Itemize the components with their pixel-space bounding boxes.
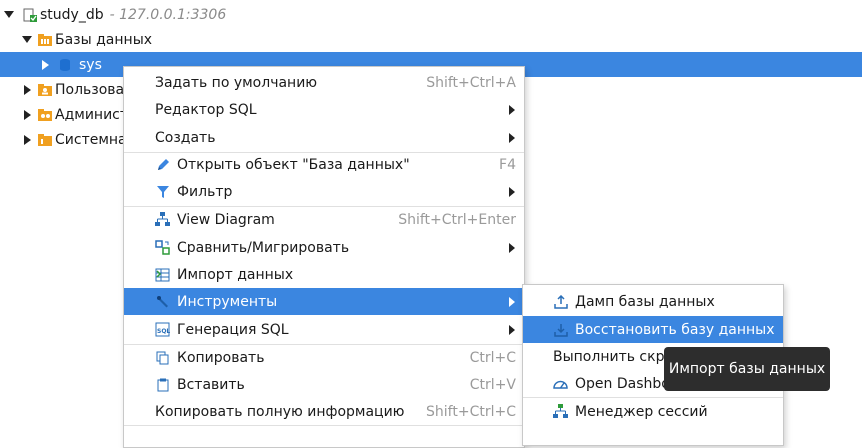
menu-item-label: Дамп базы данных (575, 293, 715, 310)
submenu-arrow-icon (509, 324, 515, 335)
menu-item-shortcut: Ctrl+V (469, 376, 516, 393)
sql-icon: SQL (155, 322, 170, 337)
users-folder-icon (38, 83, 52, 96)
submenu-item-session-manager[interactable]: Менеджер сессий (523, 398, 783, 425)
filter-icon (155, 184, 170, 199)
tooltip: Импорт базы данных (664, 347, 830, 391)
menu-separator (124, 425, 524, 426)
svg-text:SQL: SQL (157, 328, 170, 335)
menu-item-label: Копировать полную информацию (155, 403, 405, 420)
diagram-icon (155, 212, 170, 227)
menu-item-label: Восстановить базу данных (575, 321, 775, 338)
menu-item-generate-sql[interactable]: SQL Генерация SQL (124, 316, 524, 343)
submenu-arrow-icon (509, 242, 515, 253)
databases-label: Базы данных (55, 31, 153, 48)
upload-icon (553, 294, 568, 309)
menu-item-tools[interactable]: Инструменты (124, 288, 524, 315)
databases-folder-icon (38, 33, 52, 46)
expand-arrow-icon[interactable] (24, 109, 31, 120)
menu-item-label: Генерация SQL (177, 321, 289, 338)
import-table-icon (155, 267, 170, 282)
menu-item-label: Менеджер сессий (575, 403, 708, 420)
submenu-item-restore-database[interactable]: Восстановить базу данных (523, 316, 783, 343)
submenu-arrow-icon (509, 186, 515, 197)
connection-name: study_db (40, 6, 104, 23)
menu-item-create[interactable]: Создать (124, 124, 524, 151)
menu-item-import-data[interactable]: Импорт данных (124, 261, 524, 288)
menu-item-label: View Diagram (177, 211, 275, 228)
dashboard-gauge-icon (553, 376, 568, 391)
pencil-icon (155, 157, 170, 172)
compare-icon (155, 240, 170, 255)
menu-item-sql-editor[interactable]: Редактор SQL (124, 96, 524, 123)
database-name: sys (79, 56, 102, 73)
menu-item-compare-migrate[interactable]: Сравнить/Мигрировать (124, 234, 524, 261)
menu-item-shortcut: Shift+Ctrl+C (426, 403, 516, 420)
expand-arrow-icon[interactable] (42, 59, 49, 70)
submenu-arrow-icon (509, 104, 515, 115)
expand-arrow-icon[interactable] (24, 134, 31, 145)
download-icon (553, 322, 568, 337)
database-icon (59, 58, 71, 72)
session-tree-icon (553, 404, 568, 419)
connection-host: - 127.0.0.1:3306 (109, 6, 227, 23)
menu-item-view-diagram[interactable]: View Diagram Shift+Ctrl+Enter (124, 206, 524, 233)
tree-row-connection[interactable]: study_db - 127.0.0.1:3306 (0, 2, 862, 27)
menu-item-shortcut: Shift+Ctrl+A (426, 74, 516, 91)
menu-item-copy-full-info[interactable]: Копировать полную информацию Shift+Ctrl+… (124, 398, 524, 425)
menu-item-shortcut: Ctrl+C (469, 349, 516, 366)
expand-arrow-icon[interactable] (4, 11, 14, 18)
context-menu: Задать по умолчанию Shift+Ctrl+A Редакто… (123, 66, 525, 448)
menu-item-label: Задать по умолчанию (155, 74, 318, 91)
menu-item-label: Копировать (177, 349, 265, 366)
menu-item-paste[interactable]: Вставить Ctrl+V (124, 371, 524, 398)
expand-arrow-icon[interactable] (24, 84, 31, 95)
connection-icon (22, 7, 38, 23)
users-label: Пользоват (55, 81, 133, 98)
submenu-arrow-icon (509, 132, 515, 143)
menu-item-open-object[interactable]: Открыть объект "База данных" F4 (124, 151, 524, 178)
admin-folder-icon (38, 108, 52, 121)
system-folder-icon (38, 133, 52, 146)
menu-item-label: Открыть объект "База данных" (177, 156, 410, 173)
menu-item-label: Импорт данных (177, 266, 294, 283)
menu-item-shortcut: Shift+Ctrl+Enter (398, 211, 516, 228)
menu-item-label: Сравнить/Мигрировать (177, 239, 350, 256)
tools-wrench-icon (155, 294, 170, 309)
submenu-item-dump-database[interactable]: Дамп базы данных (523, 288, 783, 315)
menu-item-label: Редактор SQL (155, 101, 257, 118)
tooltip-text: Импорт базы данных (668, 361, 826, 377)
menu-item-label: Фильтр (177, 183, 233, 200)
tree-row-databases[interactable]: Базы данных (0, 27, 862, 52)
menu-item-copy[interactable]: Копировать Ctrl+C (124, 344, 524, 371)
menu-item-set-default[interactable]: Задать по умолчанию Shift+Ctrl+A (124, 69, 524, 96)
submenu-arrow-icon (509, 296, 515, 307)
paste-clipboard-icon (155, 377, 170, 392)
menu-item-filter[interactable]: Фильтр (124, 178, 524, 205)
expand-arrow-icon[interactable] (22, 36, 32, 43)
menu-item-label: Создать (155, 129, 216, 146)
menu-item-shortcut: F4 (499, 156, 516, 173)
copy-icon (155, 350, 170, 365)
menu-item-label: Вставить (177, 376, 245, 393)
menu-item-label: Инструменты (177, 293, 278, 310)
